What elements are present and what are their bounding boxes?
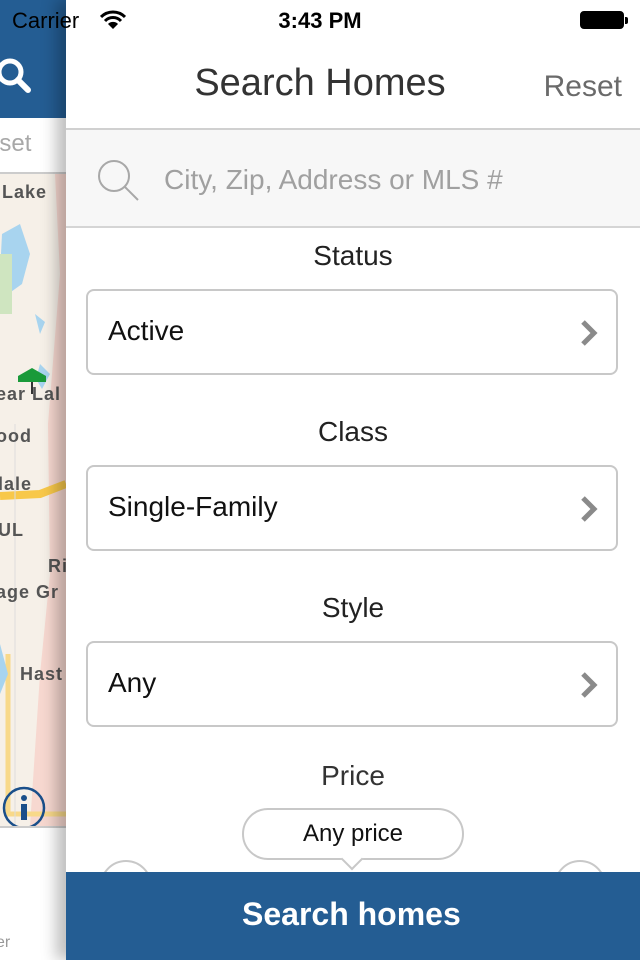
- price-value-bubble: Any price: [242, 808, 464, 871]
- search-homes-label: Search homes: [242, 896, 461, 932]
- price-value: Any price: [302, 820, 404, 847]
- map-label: UL: [0, 520, 24, 540]
- search-icon[interactable]: [0, 56, 34, 96]
- style-label: Style: [321, 592, 385, 623]
- chevron-right-icon: [581, 320, 598, 346]
- search-homes-button[interactable]: Search homes: [66, 872, 640, 960]
- status-value: Active: [108, 315, 185, 346]
- search-icon: [98, 160, 139, 201]
- status-select[interactable]: Active: [86, 289, 618, 375]
- map-view[interactable]: Lake ear Lal ood lale UL Ri age Gr Hast: [0, 174, 66, 830]
- info-icon[interactable]: [2, 786, 46, 830]
- price-label: Price: [321, 760, 385, 791]
- bubble-tail: [340, 847, 364, 871]
- status-label: Status: [313, 240, 393, 271]
- class-label: Class: [317, 416, 388, 447]
- style-select[interactable]: Any: [86, 641, 618, 727]
- status-bar: Carrier 3:43 PM: [0, 0, 640, 40]
- page-title: Search Homes: [194, 62, 446, 104]
- class-select[interactable]: Single-Family: [86, 465, 618, 551]
- search-bar: [66, 130, 640, 228]
- map-label: ood: [0, 426, 32, 446]
- clock: 3:43 PM: [278, 8, 362, 33]
- map-park: [0, 254, 12, 314]
- map-label: age Gr: [0, 582, 60, 602]
- map-reset-button[interactable]: eset: [0, 130, 31, 158]
- map-label: Ri: [48, 556, 66, 576]
- chevron-right-icon: [581, 672, 598, 698]
- background-map-screen: eset Lake ear Lal ood lale UL Ri age Gr …: [0, 0, 66, 960]
- class-value: Single-Family: [108, 491, 278, 522]
- search-input[interactable]: [164, 158, 614, 202]
- map-bottom-bar: er: [0, 826, 66, 960]
- navigation-bar: Search Homes Reset: [66, 40, 640, 130]
- chevron-right-icon: [581, 496, 598, 522]
- search-panel: Search Homes Reset Status Active Class S…: [66, 0, 640, 960]
- map-reset-strip: eset: [0, 118, 66, 174]
- map-bottom-text: er: [0, 934, 11, 951]
- map-graphics: [0, 174, 66, 826]
- map-label: ear Lal: [0, 384, 62, 404]
- reset-button[interactable]: Reset: [544, 70, 622, 104]
- map-label: Lake: [2, 182, 48, 202]
- map-label: Hast: [20, 664, 64, 684]
- style-value: Any: [108, 667, 157, 698]
- battery-icon: [580, 11, 628, 29]
- map-label: lale: [0, 474, 33, 494]
